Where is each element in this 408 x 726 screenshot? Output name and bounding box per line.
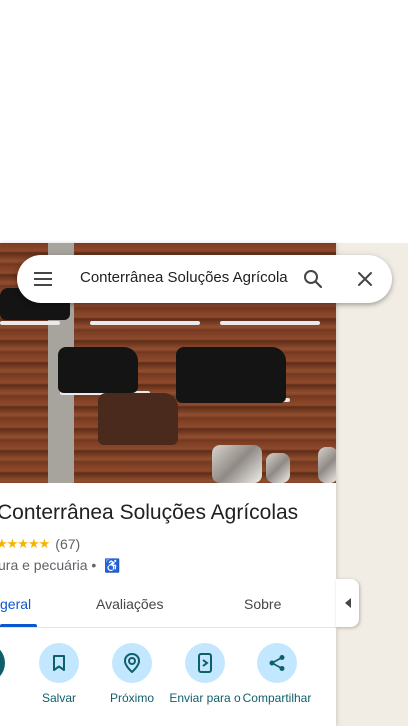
photo-rack	[90, 321, 200, 325]
rating-row[interactable]: ★★★★★ (67)	[0, 536, 80, 552]
directions-icon	[0, 643, 5, 683]
photo-rack	[0, 321, 60, 325]
save-button[interactable]: Salvar	[24, 643, 94, 706]
action-bar: s Salvar Próximo Enviar para o Compartil…	[0, 643, 336, 726]
nearby-button[interactable]: Próximo	[97, 643, 167, 706]
photo-boot	[58, 347, 138, 393]
share-button[interactable]: Compartilhar	[242, 643, 312, 706]
close-icon[interactable]	[353, 267, 377, 291]
action-label: Compartilhar	[242, 691, 312, 705]
photo-boot	[98, 393, 178, 445]
action-label: Enviar para o	[169, 691, 241, 705]
collapse-panel-button[interactable]	[336, 579, 359, 627]
action-label: Próximo	[109, 691, 154, 705]
nearby-icon	[112, 643, 152, 683]
tab-reviews[interactable]: Avaliações	[96, 596, 163, 612]
place-title: Conterrânea Soluções Agrícolas	[0, 501, 299, 524]
star-rating-icon: ★★★★★	[0, 536, 50, 551]
review-count[interactable]: (67)	[55, 536, 80, 552]
send-to-phone-button[interactable]: Enviar para o	[169, 643, 241, 706]
photo-ornament	[318, 447, 336, 483]
tab-overview[interactable]: geral	[0, 596, 31, 612]
photo-ornament	[212, 445, 262, 483]
photo-rack	[220, 321, 320, 325]
search-input[interactable]: Conterrânea Soluções Agrícolas	[80, 269, 288, 286]
search-icon[interactable]	[301, 267, 325, 291]
photo-ornament	[266, 453, 290, 483]
hamburger-menu-icon[interactable]	[33, 269, 53, 289]
search-bar: Conterrânea Soluções Agrícolas	[17, 255, 392, 303]
place-category[interactable]: ura e pecuária •	[0, 557, 96, 573]
bookmark-icon	[39, 643, 79, 683]
caret-left-icon	[344, 598, 351, 608]
directions-button[interactable]: s	[0, 643, 20, 706]
wheelchair-accessible-icon: ♿	[104, 558, 121, 573]
category-row: ura e pecuária • ♿	[0, 557, 120, 574]
share-icon	[257, 643, 297, 683]
action-label: Salvar	[41, 691, 76, 705]
place-tabs: geral Avaliações Sobre	[0, 582, 336, 628]
tab-about[interactable]: Sobre	[244, 596, 281, 612]
map-area[interactable]	[336, 243, 408, 726]
photo-boot	[176, 347, 286, 403]
active-tab-indicator	[0, 624, 37, 627]
send-to-phone-icon	[185, 643, 225, 683]
place-panel: Conterrânea Soluções Agrícolas ★★★★★ (67…	[0, 243, 336, 726]
